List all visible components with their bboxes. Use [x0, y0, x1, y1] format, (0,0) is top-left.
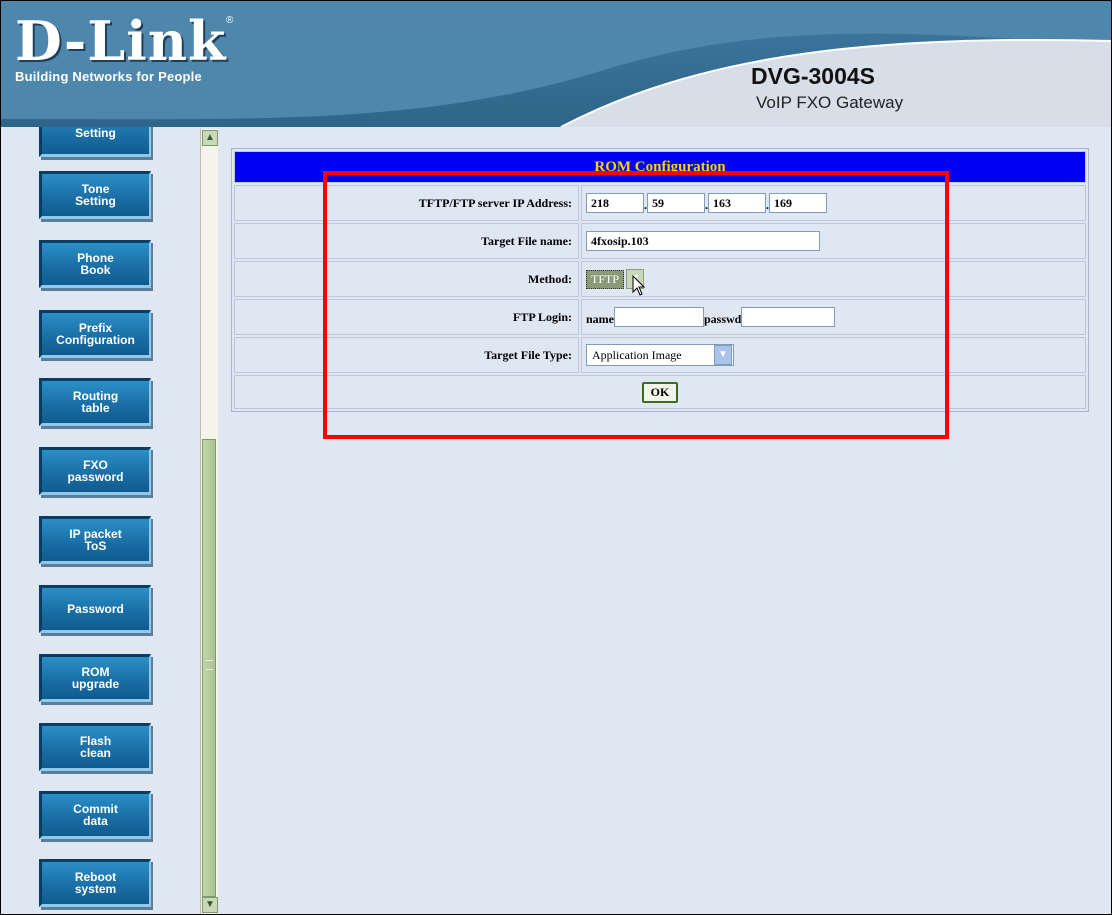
method-selected-value: TFTP	[586, 269, 625, 289]
app-window: D-Link ® Building Networks for People DV…	[0, 0, 1112, 915]
ftp-login-label: FTP Login:	[234, 299, 579, 335]
nav-setting-button[interactable]: Setting	[39, 127, 151, 157]
nav-label: Setting	[75, 127, 116, 140]
name-label: name	[586, 312, 614, 326]
scrollbar-grip-icon	[206, 660, 213, 670]
dlink-logo: D-Link ® Building Networks for People	[15, 9, 233, 84]
submit-row: OK	[234, 375, 1086, 409]
file-type-selected-value: Application Image	[592, 347, 682, 362]
method-label: Method:	[234, 261, 579, 297]
ip-address-label: TFTP/FTP server IP Address:	[234, 185, 579, 221]
nav-prefix-configuration-button[interactable]: Prefix Configuration	[39, 310, 151, 358]
file-name-row: Target File name:	[234, 223, 1086, 259]
file-name-label: Target File name:	[234, 223, 579, 259]
nav-ip-packet-tos-button[interactable]: IP packet ToS	[39, 516, 151, 564]
nav-tone-setting-button[interactable]: Tone Setting	[39, 171, 151, 219]
scrollbar-thumb[interactable]	[202, 439, 216, 897]
passwd-label: passwd	[704, 312, 742, 326]
mouse-pointer-icon	[632, 275, 646, 296]
file-type-select[interactable]: Application Image ▼	[586, 344, 734, 366]
ip-octet-1-input[interactable]	[586, 193, 644, 213]
ip-address-row: TFTP/FTP server IP Address: ...	[234, 185, 1086, 221]
method-row: Method: TFTP ▼	[234, 261, 1086, 297]
nav-rom-upgrade-button[interactable]: ROM upgrade	[39, 654, 151, 702]
file-type-label: Target File Type:	[234, 337, 579, 373]
nav-flash-clean-button[interactable]: Flash clean	[39, 723, 151, 771]
nav-label: Password	[67, 602, 124, 616]
nav-label: Reboot system	[74, 870, 117, 896]
nav-label: FXO password	[67, 458, 124, 484]
nav-label: Flash clean	[79, 734, 112, 760]
nav-fxo-password-button[interactable]: FXO password	[39, 447, 151, 495]
file-type-row: Target File Type: Application Image ▼	[234, 337, 1086, 373]
target-file-name-input[interactable]	[586, 231, 820, 251]
chevron-down-icon[interactable]: ▼	[714, 345, 732, 365]
nav-commit-data-button[interactable]: Commit data	[39, 791, 151, 839]
rom-configuration-table: ROM Configuration TFTP/FTP server IP Add…	[231, 148, 1089, 412]
ip-octet-4-input[interactable]	[769, 193, 827, 213]
ip-octet-2-input[interactable]	[647, 193, 705, 213]
nav-password-button[interactable]: Password	[39, 585, 151, 633]
model-name: DVG-3004S	[751, 63, 876, 89]
ok-button[interactable]: OK	[641, 381, 679, 403]
nav-label: Phone Book	[77, 251, 114, 277]
scroll-down-icon[interactable]: ▼	[202, 897, 218, 913]
method-cell: TFTP ▼	[581, 261, 1086, 297]
sidebar-scrollbar[interactable]: ▲ ▼	[200, 129, 218, 914]
nav-label: Routing table	[72, 389, 119, 415]
logo-text: D-Link	[15, 9, 227, 73]
submit-cell: OK	[234, 375, 1086, 409]
nav-label: Commit data	[73, 802, 118, 828]
nav-label: IP packet ToS	[69, 527, 122, 553]
file-name-cell	[581, 223, 1086, 259]
model-description: VoIP FXO Gateway	[756, 93, 904, 112]
nav-phone-book-button[interactable]: Phone Book	[39, 240, 151, 288]
ftp-login-cell: name passwd	[581, 299, 1086, 335]
scroll-up-icon[interactable]: ▲	[202, 130, 218, 146]
logo-tagline: Building Networks for People	[15, 69, 202, 84]
nav-routing-table-button[interactable]: Routing table	[39, 378, 151, 426]
nav-label: Prefix Configuration	[56, 321, 135, 347]
ip-address-cell: ...	[581, 185, 1086, 221]
sidebar: Setting Tone Setting Phone Book Prefix C…	[1, 127, 191, 914]
rom-configuration-title: ROM Configuration	[234, 151, 1086, 183]
nav-reboot-system-button[interactable]: Reboot system	[39, 859, 151, 907]
ftp-name-input[interactable]	[614, 307, 704, 327]
header-banner: D-Link ® Building Networks for People DV…	[1, 1, 1111, 127]
file-type-cell: Application Image ▼	[581, 337, 1086, 373]
ftp-passwd-input[interactable]	[741, 307, 836, 327]
nav-label: Tone Setting	[75, 182, 116, 208]
ftp-login-row: FTP Login: name passwd	[234, 299, 1086, 335]
ip-octet-3-input[interactable]	[708, 193, 766, 213]
nav-label: ROM upgrade	[71, 665, 120, 691]
main-content: ROM Configuration TFTP/FTP server IP Add…	[218, 127, 1111, 914]
registered-mark-icon: ®	[226, 15, 234, 26]
